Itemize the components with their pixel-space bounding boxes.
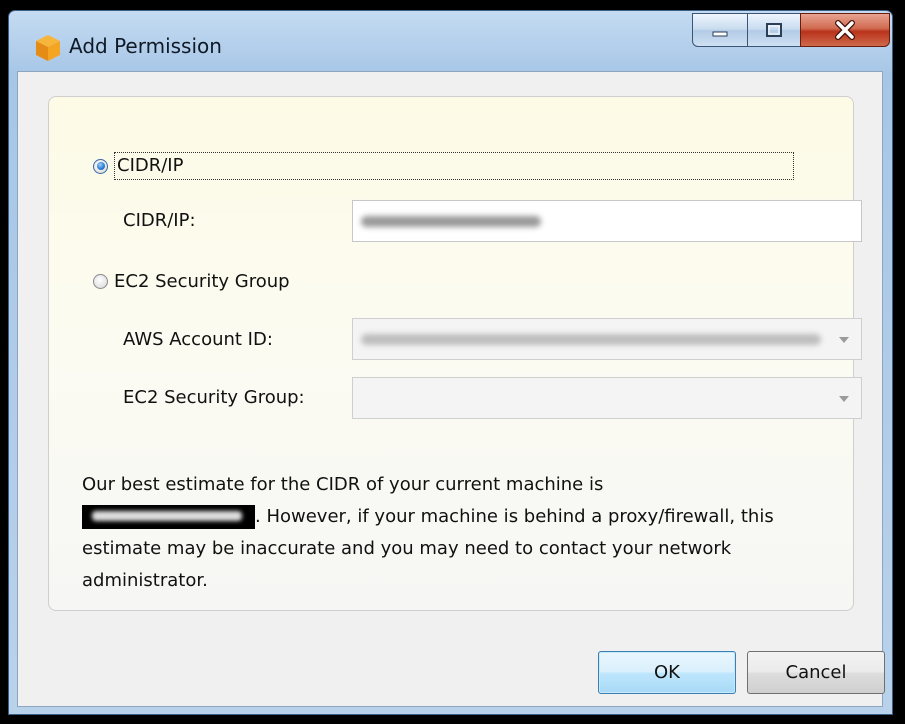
ec2-security-group-radio[interactable] [93, 274, 108, 289]
window-title: Add Permission [69, 34, 222, 58]
aws-account-id-label: AWS Account ID: [123, 329, 273, 350]
title-bar[interactable]: Add Permission [9, 11, 892, 71]
permission-panel: CIDR/IP CIDR/IP: EC2 Security Group AWS … [48, 96, 862, 611]
ec2-security-group-select[interactable] [352, 377, 862, 419]
ec2-security-group-option-label[interactable]: EC2 Security Group [114, 271, 290, 292]
minimize-icon [712, 31, 728, 37]
cidr-ip-option-label[interactable]: CIDR/IP [114, 152, 794, 180]
close-icon [835, 20, 855, 40]
cidr-ip-option[interactable]: CIDR/IP [93, 152, 794, 180]
ok-button[interactable]: OK [598, 651, 736, 694]
note-text-before: Our best estimate for the CIDR of your c… [82, 474, 604, 495]
close-button[interactable] [800, 13, 890, 47]
minimize-button[interactable] [692, 13, 748, 47]
cidr-estimate-note: Our best estimate for the CIDR of your c… [82, 469, 842, 597]
chevron-down-icon [839, 396, 849, 402]
maximize-button[interactable] [747, 13, 801, 47]
cidr-ip-field-label: CIDR/IP: [123, 210, 196, 231]
ec2-security-group-option[interactable]: EC2 Security Group [93, 271, 290, 292]
cidr-ip-input[interactable] [352, 200, 862, 242]
cancel-button[interactable]: Cancel [747, 651, 885, 694]
aws-cube-icon [36, 35, 60, 61]
dialog-window: Add Permission CIDR/IP CIDR/IP: EC2 Secu… [8, 10, 893, 715]
chevron-down-icon [839, 337, 849, 343]
cidr-ip-radio[interactable] [93, 158, 108, 174]
dialog-content: CIDR/IP CIDR/IP: EC2 Security Group AWS … [17, 71, 885, 707]
ec2-security-group-label: EC2 Security Group: [123, 387, 305, 408]
redacted-cidr [82, 505, 255, 529]
aws-account-id-select[interactable] [352, 318, 862, 360]
maximize-icon [766, 23, 782, 37]
